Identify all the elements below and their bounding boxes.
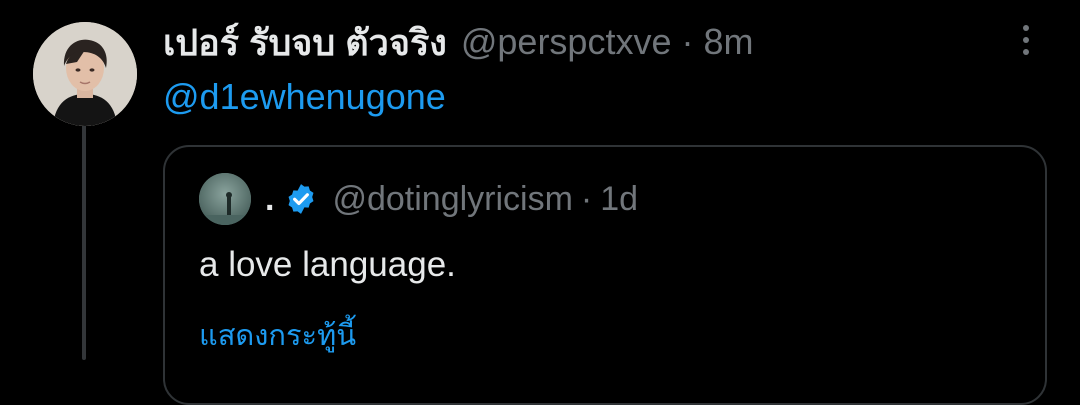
show-thread-link[interactable]: แสดงกระทู้นี้ <box>199 312 356 358</box>
more-vertical-icon <box>1023 25 1029 55</box>
tweet-timestamp[interactable]: 8m <box>703 21 753 63</box>
author-display-name[interactable]: เปอร์ รับจบ ตัวจริง <box>163 14 447 71</box>
quoted-tweet-text: a love language. <box>199 245 456 284</box>
quoted-author-display-name[interactable]: . <box>265 180 274 219</box>
tweet-header: เปอร์ รับจบ ตัวจริง @perspctxve · 8m <box>163 14 754 70</box>
quoted-tweet-header: . @dotinglyricism · 1d <box>265 173 638 225</box>
quoted-tweet-card[interactable]: . @dotinglyricism · 1d a love language. … <box>163 145 1047 405</box>
header-separator: · <box>681 21 694 62</box>
verified-badge-icon <box>284 182 318 216</box>
quoted-tweet-timestamp[interactable]: 1d <box>600 180 638 219</box>
more-options-button[interactable] <box>1014 22 1038 58</box>
quoted-author-handle[interactable]: @dotinglyricism <box>332 180 572 219</box>
thread-connector-line <box>82 124 86 360</box>
quoted-avatar-image <box>199 173 251 225</box>
author-handle[interactable]: @perspctxve <box>461 21 672 63</box>
reply-mention-link[interactable]: @d1ewhenugone <box>163 76 446 118</box>
quoted-author-avatar[interactable] <box>199 173 251 225</box>
user-avatar-photo <box>33 22 137 126</box>
user-avatar[interactable] <box>33 22 137 126</box>
quoted-header-separator: · <box>580 179 593 218</box>
